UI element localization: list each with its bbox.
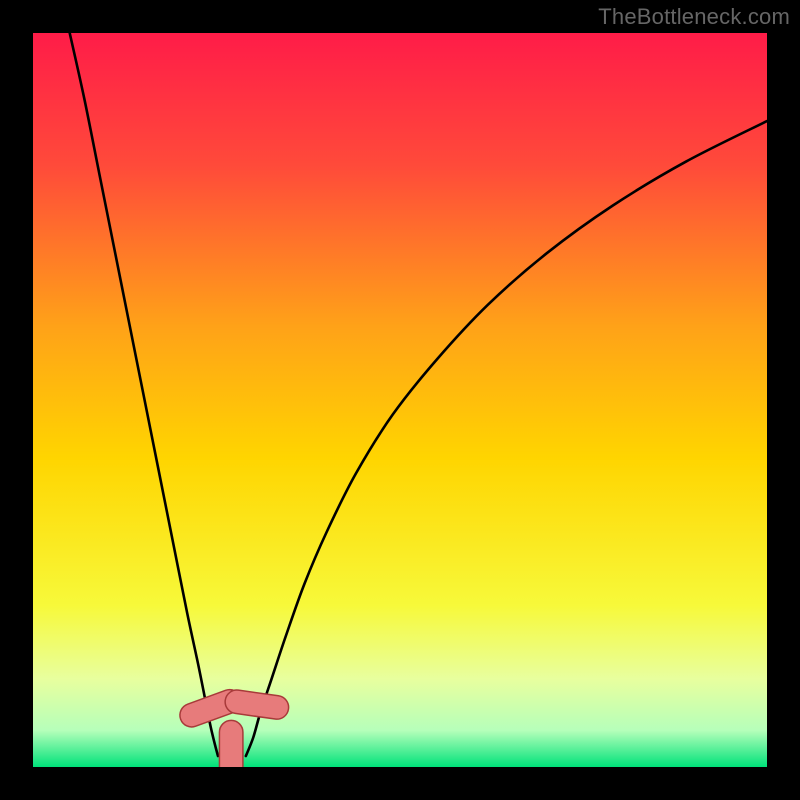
plot-background — [33, 33, 767, 767]
plot-area — [33, 33, 767, 767]
chart-svg — [33, 33, 767, 767]
watermark-text: TheBottleneck.com — [598, 4, 790, 30]
chart-outer-frame: TheBottleneck.com — [0, 0, 800, 800]
bottom-marker — [219, 720, 242, 767]
